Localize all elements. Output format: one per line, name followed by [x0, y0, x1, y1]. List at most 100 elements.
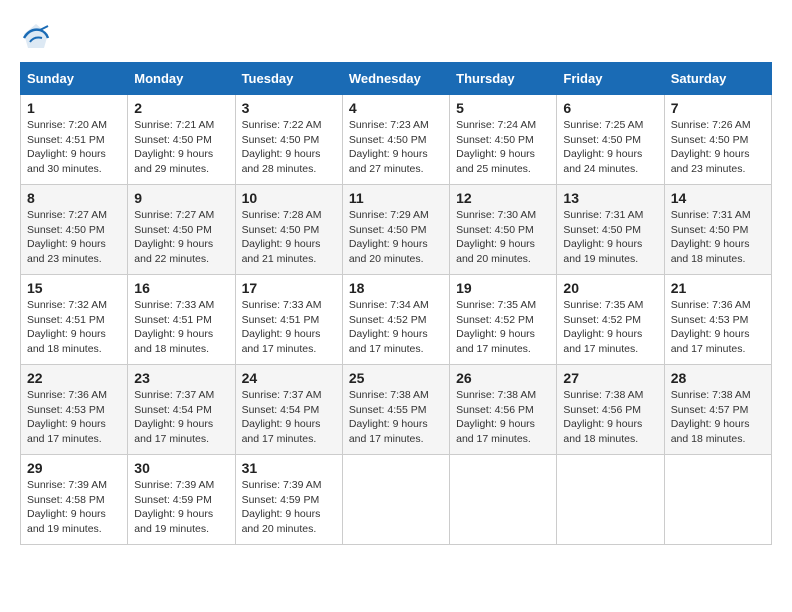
day-number: 6 — [563, 100, 657, 116]
calendar-cell: 16 Sunrise: 7:33 AM Sunset: 4:51 PM Dayli… — [128, 275, 235, 365]
day-info: Sunrise: 7:35 AM Sunset: 4:52 PM Dayligh… — [456, 298, 550, 357]
day-info: Sunrise: 7:33 AM Sunset: 4:51 PM Dayligh… — [134, 298, 228, 357]
day-number: 21 — [671, 280, 765, 296]
header-day-monday: Monday — [128, 63, 235, 95]
day-info: Sunrise: 7:23 AM Sunset: 4:50 PM Dayligh… — [349, 118, 443, 177]
day-info: Sunrise: 7:37 AM Sunset: 4:54 PM Dayligh… — [134, 388, 228, 447]
day-number: 29 — [27, 460, 121, 476]
calendar-cell: 29 Sunrise: 7:39 AM Sunset: 4:58 PM Dayli… — [21, 455, 128, 545]
calendar-cell — [450, 455, 557, 545]
calendar-cell: 21 Sunrise: 7:36 AM Sunset: 4:53 PM Dayli… — [664, 275, 771, 365]
day-number: 2 — [134, 100, 228, 116]
day-info: Sunrise: 7:27 AM Sunset: 4:50 PM Dayligh… — [27, 208, 121, 267]
day-info: Sunrise: 7:29 AM Sunset: 4:50 PM Dayligh… — [349, 208, 443, 267]
day-info: Sunrise: 7:38 AM Sunset: 4:56 PM Dayligh… — [563, 388, 657, 447]
calendar-header: SundayMondayTuesdayWednesdayThursdayFrid… — [21, 63, 772, 95]
calendar-cell: 31Sunrise: 7:39 AM Sunset: 4:59 PM Dayli… — [235, 455, 342, 545]
day-info: Sunrise: 7:24 AM Sunset: 4:50 PM Dayligh… — [456, 118, 550, 177]
calendar-cell: 22 Sunrise: 7:36 AM Sunset: 4:53 PM Dayli… — [21, 365, 128, 455]
calendar-cell: 12Sunrise: 7:30 AM Sunset: 4:50 PM Dayli… — [450, 185, 557, 275]
calendar-cell: 1Sunrise: 7:20 AM Sunset: 4:51 PM Daylig… — [21, 95, 128, 185]
day-info: Sunrise: 7:34 AM Sunset: 4:52 PM Dayligh… — [349, 298, 443, 357]
logo-icon — [20, 20, 52, 52]
calendar-cell: 25 Sunrise: 7:38 AM Sunset: 4:55 PM Dayli… — [342, 365, 449, 455]
header-day-wednesday: Wednesday — [342, 63, 449, 95]
calendar-cell: 30 Sunrise: 7:39 AM Sunset: 4:59 PM Dayli… — [128, 455, 235, 545]
day-number: 22 — [27, 370, 121, 386]
day-info: Sunrise: 7:31 AM Sunset: 4:50 PM Dayligh… — [671, 208, 765, 267]
day-number: 10 — [242, 190, 336, 206]
day-info: Sunrise: 7:22 AM Sunset: 4:50 PM Dayligh… — [242, 118, 336, 177]
day-number: 3 — [242, 100, 336, 116]
header-day-sunday: Sunday — [21, 63, 128, 95]
day-number: 31 — [242, 460, 336, 476]
day-number: 17 — [242, 280, 336, 296]
day-info: Sunrise: 7:28 AM Sunset: 4:50 PM Dayligh… — [242, 208, 336, 267]
calendar-cell: 24Sunrise: 7:37 AM Sunset: 4:54 PM Dayli… — [235, 365, 342, 455]
header-day-tuesday: Tuesday — [235, 63, 342, 95]
day-number: 14 — [671, 190, 765, 206]
day-info: Sunrise: 7:33 AM Sunset: 4:51 PM Dayligh… — [242, 298, 336, 357]
day-info: Sunrise: 7:21 AM Sunset: 4:50 PM Dayligh… — [134, 118, 228, 177]
header-day-thursday: Thursday — [450, 63, 557, 95]
day-number: 20 — [563, 280, 657, 296]
calendar-cell: 17 Sunrise: 7:33 AM Sunset: 4:51 PM Dayli… — [235, 275, 342, 365]
day-number: 15 — [27, 280, 121, 296]
day-number: 5 — [456, 100, 550, 116]
calendar-cell: 2 Sunrise: 7:21 AM Sunset: 4:50 PM Daylig… — [128, 95, 235, 185]
day-info: Sunrise: 7:38 AM Sunset: 4:57 PM Dayligh… — [671, 388, 765, 447]
calendar-cell: 26 Sunrise: 7:38 AM Sunset: 4:56 PM Dayli… — [450, 365, 557, 455]
day-info: Sunrise: 7:35 AM Sunset: 4:52 PM Dayligh… — [563, 298, 657, 357]
calendar-cell: 6 Sunrise: 7:25 AM Sunset: 4:50 PM Daylig… — [557, 95, 664, 185]
day-info: Sunrise: 7:31 AM Sunset: 4:50 PM Dayligh… — [563, 208, 657, 267]
calendar-cell — [664, 455, 771, 545]
calendar-week-5: 29 Sunrise: 7:39 AM Sunset: 4:58 PM Dayli… — [21, 455, 772, 545]
day-number: 13 — [563, 190, 657, 206]
day-info: Sunrise: 7:39 AM Sunset: 4:58 PM Dayligh… — [27, 478, 121, 537]
day-number: 4 — [349, 100, 443, 116]
calendar-body: 1Sunrise: 7:20 AM Sunset: 4:51 PM Daylig… — [21, 95, 772, 545]
calendar-cell: 9Sunrise: 7:27 AM Sunset: 4:50 PM Daylig… — [128, 185, 235, 275]
day-info: Sunrise: 7:26 AM Sunset: 4:50 PM Dayligh… — [671, 118, 765, 177]
calendar-cell: 3 Sunrise: 7:22 AM Sunset: 4:50 PM Daylig… — [235, 95, 342, 185]
day-number: 25 — [349, 370, 443, 386]
calendar-table: SundayMondayTuesdayWednesdayThursdayFrid… — [20, 62, 772, 545]
day-info: Sunrise: 7:25 AM Sunset: 4:50 PM Dayligh… — [563, 118, 657, 177]
calendar-cell — [342, 455, 449, 545]
day-number: 27 — [563, 370, 657, 386]
day-number: 9 — [134, 190, 228, 206]
day-number: 30 — [134, 460, 228, 476]
calendar-week-4: 22 Sunrise: 7:36 AM Sunset: 4:53 PM Dayli… — [21, 365, 772, 455]
logo — [20, 20, 56, 52]
calendar-week-2: 8Sunrise: 7:27 AM Sunset: 4:50 PM Daylig… — [21, 185, 772, 275]
header-day-saturday: Saturday — [664, 63, 771, 95]
calendar-cell: 27 Sunrise: 7:38 AM Sunset: 4:56 PM Dayli… — [557, 365, 664, 455]
day-number: 28 — [671, 370, 765, 386]
calendar-week-3: 15 Sunrise: 7:32 AM Sunset: 4:51 PM Dayli… — [21, 275, 772, 365]
calendar-cell: 7Sunrise: 7:26 AM Sunset: 4:50 PM Daylig… — [664, 95, 771, 185]
calendar-cell: 11 Sunrise: 7:29 AM Sunset: 4:50 PM Dayli… — [342, 185, 449, 275]
day-info: Sunrise: 7:36 AM Sunset: 4:53 PM Dayligh… — [671, 298, 765, 357]
day-number: 26 — [456, 370, 550, 386]
day-info: Sunrise: 7:39 AM Sunset: 4:59 PM Dayligh… — [134, 478, 228, 537]
calendar-cell: 13 Sunrise: 7:31 AM Sunset: 4:50 PM Dayli… — [557, 185, 664, 275]
day-info: Sunrise: 7:30 AM Sunset: 4:50 PM Dayligh… — [456, 208, 550, 267]
day-info: Sunrise: 7:32 AM Sunset: 4:51 PM Dayligh… — [27, 298, 121, 357]
header-day-friday: Friday — [557, 63, 664, 95]
calendar-cell: 18 Sunrise: 7:34 AM Sunset: 4:52 PM Dayli… — [342, 275, 449, 365]
day-info: Sunrise: 7:36 AM Sunset: 4:53 PM Dayligh… — [27, 388, 121, 447]
calendar-cell: 10 Sunrise: 7:28 AM Sunset: 4:50 PM Dayli… — [235, 185, 342, 275]
day-info: Sunrise: 7:38 AM Sunset: 4:56 PM Dayligh… — [456, 388, 550, 447]
day-number: 11 — [349, 190, 443, 206]
day-number: 23 — [134, 370, 228, 386]
day-number: 1 — [27, 100, 121, 116]
calendar-cell: 5 Sunrise: 7:24 AM Sunset: 4:50 PM Daylig… — [450, 95, 557, 185]
day-number: 24 — [242, 370, 336, 386]
day-info: Sunrise: 7:38 AM Sunset: 4:55 PM Dayligh… — [349, 388, 443, 447]
calendar-cell: 4 Sunrise: 7:23 AM Sunset: 4:50 PM Daylig… — [342, 95, 449, 185]
calendar-cell: 20 Sunrise: 7:35 AM Sunset: 4:52 PM Dayli… — [557, 275, 664, 365]
day-number: 16 — [134, 280, 228, 296]
calendar-cell: 28 Sunrise: 7:38 AM Sunset: 4:57 PM Dayli… — [664, 365, 771, 455]
day-number: 18 — [349, 280, 443, 296]
page-header — [20, 20, 772, 52]
